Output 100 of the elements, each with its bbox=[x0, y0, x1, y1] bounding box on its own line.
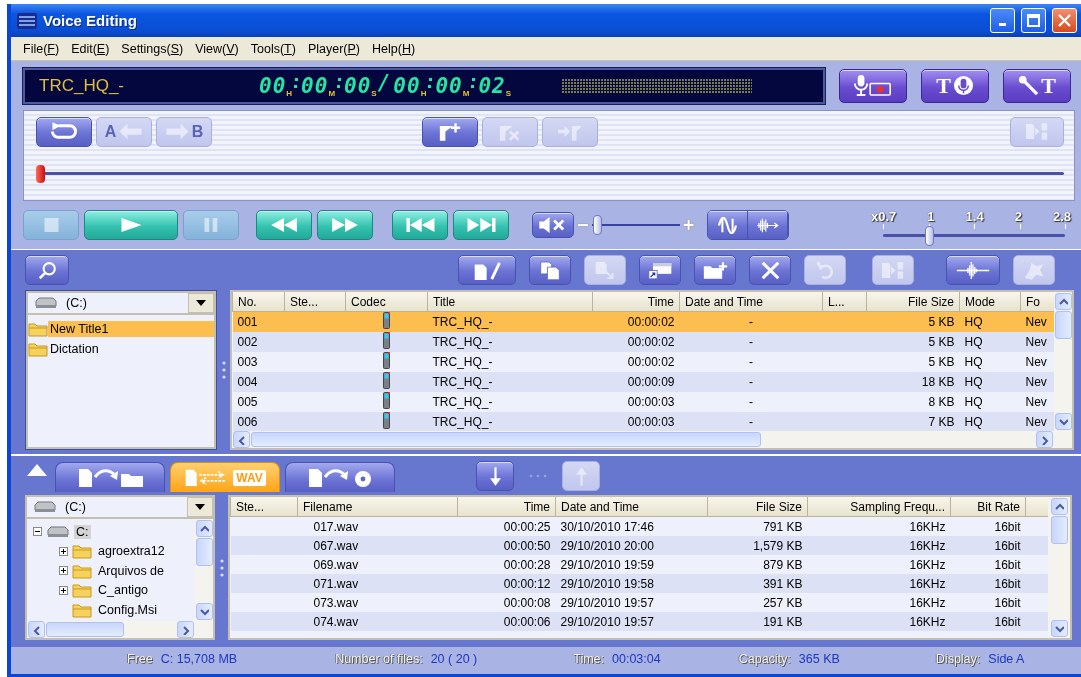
column-header[interactable]: Time bbox=[592, 292, 680, 312]
scroll-thumb[interactable] bbox=[46, 622, 124, 637]
slider-thumb[interactable] bbox=[36, 164, 45, 183]
copy-to-disc-tab[interactable] bbox=[285, 462, 395, 492]
search-button[interactable] bbox=[25, 255, 69, 285]
menu-item[interactable]: Settings(S) bbox=[115, 41, 190, 56]
vertical-scrollbar[interactable] bbox=[1048, 497, 1070, 638]
minimize-button[interactable] bbox=[990, 8, 1015, 33]
column-header[interactable]: File Size bbox=[866, 292, 960, 312]
column-header[interactable]: Mode bbox=[959, 292, 1021, 312]
scroll-left-button[interactable] bbox=[28, 621, 45, 638]
column-header[interactable]: Ste... bbox=[230, 497, 298, 517]
expand-box-icon[interactable] bbox=[59, 546, 68, 556]
status-label: Display: bbox=[935, 652, 981, 666]
tree-item[interactable]: Config.Msi bbox=[96, 602, 160, 617]
folder-icon bbox=[28, 341, 48, 357]
tree-item[interactable]: Arquivos de bbox=[96, 563, 166, 578]
column-header[interactable]: Sampling Frequ... bbox=[807, 497, 951, 517]
scroll-thumb[interactable] bbox=[251, 432, 761, 447]
menu-item[interactable]: Edit(E) bbox=[65, 41, 116, 56]
expand-box-icon[interactable] bbox=[59, 566, 68, 576]
menu-item[interactable]: Help(H) bbox=[366, 41, 422, 56]
column-header[interactable]: Fo bbox=[1020, 292, 1054, 312]
page-arrow-icon bbox=[594, 260, 616, 280]
column-header[interactable]: Date and Time bbox=[679, 292, 823, 312]
copy-button[interactable] bbox=[529, 255, 571, 285]
scroll-left-button[interactable] bbox=[233, 431, 250, 448]
splitter-grip-icon[interactable] bbox=[219, 557, 224, 578]
previous-button[interactable] bbox=[392, 210, 448, 241]
position-slider[interactable] bbox=[36, 166, 1064, 181]
collapse-triangle-icon[interactable] bbox=[27, 464, 47, 476]
scroll-down-button[interactable] bbox=[1050, 620, 1068, 637]
splitter-grip-icon[interactable] bbox=[221, 360, 226, 380]
fast-forward-button[interactable] bbox=[317, 210, 373, 241]
scroll-thumb[interactable] bbox=[195, 538, 213, 566]
vertical-scrollbar[interactable] bbox=[1054, 292, 1072, 431]
drive-icon bbox=[34, 297, 58, 309]
table-cell: 00:00:03 bbox=[592, 392, 680, 412]
vertical-scrollbar[interactable] bbox=[195, 519, 213, 621]
text-to-voice-button[interactable]: T bbox=[921, 68, 989, 103]
horizontal-scrollbar[interactable] bbox=[232, 431, 1054, 448]
drive-dropdown[interactable]: (C:) bbox=[25, 495, 215, 519]
chevron-down-icon bbox=[1054, 623, 1064, 634]
scroll-thumb[interactable] bbox=[1054, 311, 1072, 339]
column-header[interactable]: Date and Time bbox=[555, 497, 708, 517]
expand-box-icon[interactable] bbox=[59, 585, 68, 595]
table-cell: TRC_HQ_- bbox=[427, 352, 593, 372]
scroll-thumb[interactable] bbox=[1050, 516, 1068, 544]
column-header[interactable]: Title bbox=[427, 292, 593, 312]
scroll-right-button[interactable] bbox=[1036, 431, 1053, 448]
maximize-button[interactable] bbox=[1021, 8, 1046, 33]
speaker-x-icon bbox=[539, 217, 567, 234]
tree-item[interactable]: C: bbox=[74, 524, 91, 539]
menu-item[interactable]: File(F) bbox=[17, 41, 66, 56]
scroll-up-button[interactable] bbox=[1054, 293, 1072, 310]
scroll-up-button[interactable] bbox=[195, 520, 213, 537]
play-button[interactable] bbox=[84, 210, 178, 241]
scroll-up-button[interactable] bbox=[1050, 498, 1068, 515]
rewind-button[interactable] bbox=[256, 210, 312, 241]
new-folder-button[interactable] bbox=[694, 255, 736, 285]
column-header[interactable]: Filename bbox=[297, 497, 458, 517]
slider-thumb[interactable] bbox=[924, 225, 934, 246]
noise-cancel-button[interactable] bbox=[708, 211, 749, 240]
record-button[interactable] bbox=[839, 68, 907, 103]
drive-dropdown[interactable]: (C:) bbox=[26, 291, 216, 315]
close-button[interactable] bbox=[1052, 8, 1077, 33]
column-header[interactable]: Bit Rate bbox=[950, 497, 1026, 517]
volume-slider[interactable] bbox=[591, 215, 680, 236]
tree-item[interactable]: C_antigo bbox=[96, 583, 151, 598]
folder-item[interactable]: Dictation bbox=[28, 339, 214, 359]
voice-filter-button[interactable] bbox=[748, 211, 789, 240]
microphone-record-icon bbox=[852, 75, 894, 97]
menu-item[interactable]: View(V) bbox=[189, 41, 245, 56]
menu-item[interactable]: Player(P) bbox=[301, 41, 366, 56]
slider-thumb[interactable] bbox=[592, 215, 602, 236]
delete-button[interactable] bbox=[749, 255, 791, 285]
column-header[interactable]: L... bbox=[822, 292, 867, 312]
scroll-right-button[interactable] bbox=[177, 621, 194, 638]
voice-to-text-button[interactable]: T bbox=[1003, 68, 1071, 103]
column-header[interactable]: No. bbox=[232, 292, 285, 312]
move-down-button[interactable] bbox=[476, 461, 514, 491]
column-header[interactable]: Codec bbox=[345, 292, 428, 312]
repeat-button[interactable] bbox=[36, 116, 92, 147]
menu-item[interactable]: Tools(T) bbox=[244, 41, 302, 56]
tree-item[interactable]: agroextra12 bbox=[96, 544, 167, 559]
column-header[interactable]: Time bbox=[457, 497, 556, 517]
waveform-button[interactable] bbox=[946, 255, 1000, 285]
column-header[interactable]: File Size bbox=[707, 497, 808, 517]
column-header[interactable]: Ste... bbox=[284, 292, 346, 312]
add-marker-button[interactable] bbox=[422, 116, 478, 147]
next-button[interactable] bbox=[453, 210, 509, 241]
scroll-down-button[interactable] bbox=[1054, 413, 1072, 430]
edit-button[interactable] bbox=[458, 255, 516, 285]
shortcut-button[interactable] bbox=[639, 255, 681, 285]
collapse-box-icon[interactable] bbox=[33, 527, 42, 537]
copy-to-folder-tab[interactable] bbox=[55, 462, 165, 492]
table-cell: 16KHz bbox=[807, 574, 951, 593]
mute-button[interactable] bbox=[532, 212, 574, 239]
horizontal-scrollbar[interactable] bbox=[27, 621, 195, 638]
scroll-down-button[interactable] bbox=[195, 603, 213, 620]
